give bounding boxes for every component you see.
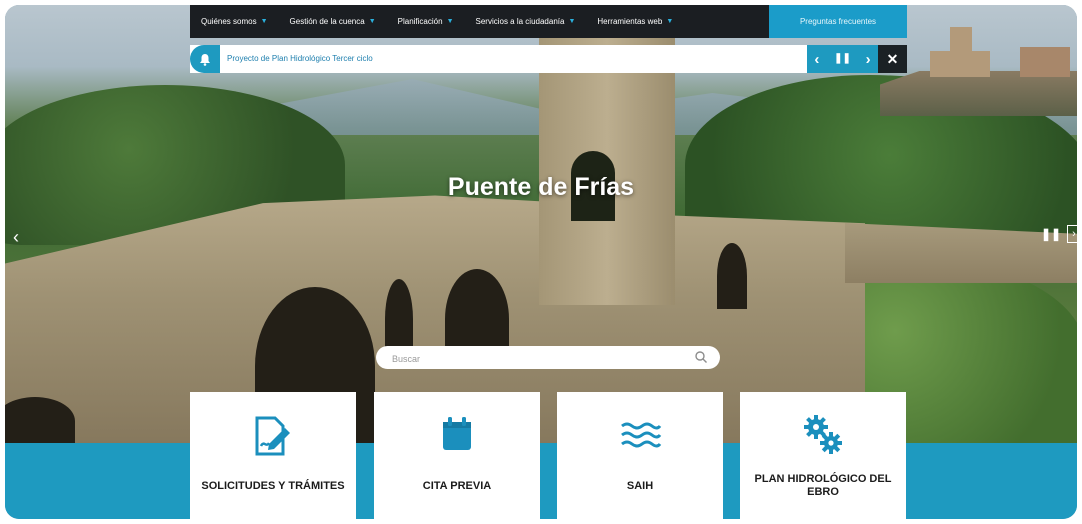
card-label: PLAN HIDROLÓGICO DEL EBRO xyxy=(754,473,892,498)
bridge-arch xyxy=(5,397,75,443)
search-bar xyxy=(376,346,720,369)
gears-icon xyxy=(804,415,842,454)
waves-icon xyxy=(621,422,662,448)
notice-bar: Proyecto de Plan Hidrológico Tercer cicl… xyxy=(190,45,907,73)
nav-item-label: Herramientas web xyxy=(597,17,663,26)
caret-down-icon: ▼ xyxy=(368,18,376,25)
bridge-arch xyxy=(717,243,747,309)
nav-item-servicios[interactable]: Servicios a la ciudadanía ▼ xyxy=(465,17,587,26)
calendar-icon xyxy=(443,417,471,450)
slider-next-icon[interactable]: › xyxy=(1067,225,1077,243)
main-navigation: Quiénes somos ▼ Gestión de la cuenca ▼ Pla… xyxy=(190,5,769,38)
nav-item-planificacion[interactable]: Planificación ▼ xyxy=(387,17,465,26)
nav-item-herramientas[interactable]: Herramientas web ▼ xyxy=(586,17,684,26)
caret-down-icon: ▼ xyxy=(568,18,576,25)
caret-down-icon: ▼ xyxy=(260,18,268,25)
card-solicitudes-tramites[interactable]: SOLICITUDES Y TRÁMITES xyxy=(190,392,356,519)
nav-item-gestion-cuenca[interactable]: Gestión de la cuenca ▼ xyxy=(279,17,387,26)
bell-icon xyxy=(190,45,220,73)
notice-controls: ‹ ❚❚ › xyxy=(807,45,878,73)
card-plan-hidrologico[interactable]: PLAN HIDROLÓGICO DEL EBRO xyxy=(740,392,906,519)
notice-pause-icon[interactable]: ❚❚ xyxy=(834,54,851,64)
slider-prev-icon[interactable]: ‹ xyxy=(13,227,19,248)
slider-pause-icon[interactable]: ❚❚ xyxy=(1041,227,1061,241)
caret-down-icon: ▼ xyxy=(446,18,454,25)
card-label: CITA PREVIA xyxy=(422,479,492,492)
castle-illustration xyxy=(910,21,1070,101)
notice-link[interactable]: Proyecto de Plan Hidrológico Tercer cicl… xyxy=(227,45,373,73)
page-frame: Puente de Frías ‹ ❚❚ › Quiénes somos▼ Ge… xyxy=(5,5,1077,519)
nav-item-quienes-somos[interactable]: Quiénes somos ▼ xyxy=(190,17,279,26)
notice-prev-icon[interactable]: ‹ xyxy=(814,52,819,67)
card-cita-previa[interactable]: CITA PREVIA xyxy=(374,392,540,519)
nav-item-label: Gestión de la cuenca xyxy=(289,17,365,26)
nav-item-label: Quiénes somos xyxy=(201,17,257,26)
search-input[interactable] xyxy=(390,349,684,368)
nav-item-label: Planificación xyxy=(397,17,443,26)
notice-close-icon[interactable]: ✕ xyxy=(878,45,907,73)
nav-item-label: Servicios a la ciudadanía xyxy=(475,17,565,26)
card-label: SOLICITUDES Y TRÁMITES xyxy=(201,479,345,492)
card-saih[interactable]: SAIH xyxy=(557,392,723,519)
notice-next-icon[interactable]: › xyxy=(866,52,871,67)
card-label: SAIH xyxy=(626,479,654,492)
document-edit-icon xyxy=(255,416,290,456)
hero-title: Puente de Frías xyxy=(447,173,635,201)
search-icon[interactable] xyxy=(694,350,708,364)
caret-down-icon: ▼ xyxy=(666,18,674,25)
bottom-band xyxy=(5,443,1077,519)
faq-link[interactable]: Preguntas frecuentes xyxy=(769,5,907,38)
